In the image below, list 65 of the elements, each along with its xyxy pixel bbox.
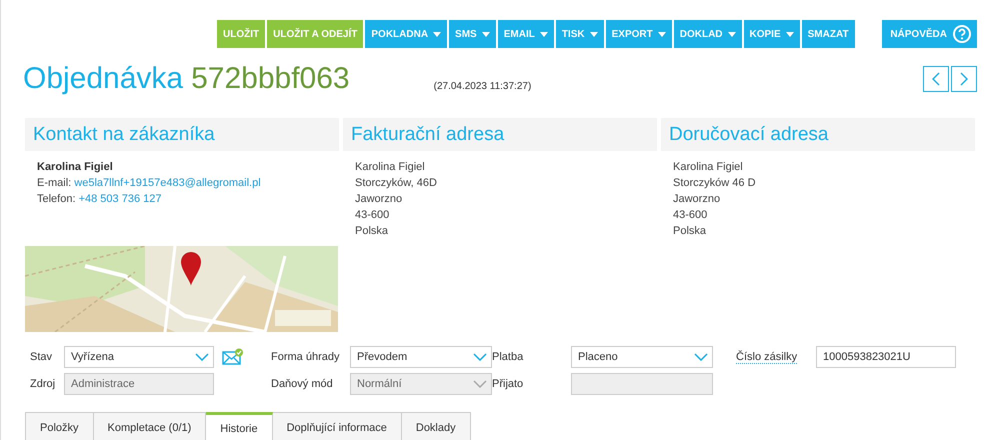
page-title: Objednávka bbox=[23, 62, 184, 96]
panel-title: Doručovací adresa bbox=[669, 124, 828, 146]
toolbar-button[interactable]: ULOŽIT bbox=[217, 20, 266, 48]
field-label: Stav bbox=[30, 351, 54, 363]
caret-icon bbox=[728, 32, 736, 36]
email-link[interactable]: we5la7llnf+19157e483@allegromail.pl bbox=[74, 177, 261, 189]
address-line: Karolina Figiel bbox=[673, 161, 744, 174]
chevron-right-icon bbox=[960, 72, 968, 86]
tab[interactable]: Doplňující informace bbox=[272, 412, 402, 440]
field-label: Přijato bbox=[492, 378, 524, 390]
email-label: E-mail: bbox=[37, 177, 72, 189]
caret-icon bbox=[786, 32, 794, 36]
field-label: Platba bbox=[492, 351, 524, 363]
field-label: Zdroj bbox=[30, 378, 56, 390]
address-line: 43-600 bbox=[673, 209, 708, 222]
select-field[interactable]: Převodem bbox=[350, 346, 492, 368]
toolbar-button[interactable]: EXPORT bbox=[606, 20, 672, 48]
select-field[interactable]: Vyřízena bbox=[64, 346, 214, 368]
caret-icon bbox=[658, 32, 666, 36]
tab[interactable]: Položky bbox=[25, 412, 94, 440]
caret-icon bbox=[540, 32, 548, 36]
next-button[interactable] bbox=[951, 66, 977, 92]
field-label: Daňový mód bbox=[271, 378, 334, 390]
customer-name: Karolina Figiel bbox=[37, 161, 114, 174]
input-field[interactable]: 1000593823021U bbox=[816, 346, 956, 368]
previous-button[interactable] bbox=[923, 66, 949, 92]
toolbar-button[interactable]: POKLADNA bbox=[365, 20, 448, 48]
address-line: Karolina Figiel bbox=[355, 161, 426, 174]
envelope-check-icon[interactable] bbox=[222, 348, 244, 366]
address-line: Polska bbox=[673, 225, 708, 238]
order-number: 572bbbf063 bbox=[191, 62, 350, 96]
help-button[interactable]: NÁPOVĚDA bbox=[882, 20, 977, 48]
chevron-down-icon bbox=[195, 353, 209, 361]
help-icon bbox=[953, 25, 971, 43]
address-line: Storczyków 46 D bbox=[673, 177, 757, 190]
toolbar-button[interactable]: DOKLAD bbox=[674, 20, 742, 48]
toolbar-button[interactable]: SMAZAT bbox=[802, 20, 855, 48]
toolbar-button[interactable]: ULOŽIT A ODEJÍT bbox=[267, 20, 364, 48]
toolbar-button[interactable]: EMAIL bbox=[498, 20, 554, 48]
chevron-down-icon bbox=[694, 353, 708, 361]
caret-icon bbox=[482, 32, 490, 36]
tab[interactable]: Historie bbox=[206, 412, 273, 440]
phone-label: Telefon: bbox=[37, 193, 76, 205]
chevron-down-icon bbox=[473, 353, 487, 361]
order-date: (27.04.2023 11:37:27) bbox=[434, 80, 532, 92]
chevron-left-icon bbox=[932, 72, 940, 86]
panel-title: Fakturační adresa bbox=[351, 124, 504, 146]
select-field[interactable]: Placeno bbox=[571, 346, 713, 368]
address-line: Storczyków, 46D bbox=[355, 177, 438, 190]
chevron-down-icon bbox=[473, 380, 487, 388]
caret-icon bbox=[433, 32, 442, 36]
address-line: Jaworzno bbox=[355, 193, 404, 206]
tab[interactable]: Doklady bbox=[402, 412, 471, 440]
panel-title: Kontakt na zákazníka bbox=[33, 124, 215, 146]
field-label[interactable]: Číslo zásilky bbox=[736, 351, 816, 363]
address-line: 43-600 bbox=[355, 209, 390, 222]
toolbar-button[interactable]: KOPIE bbox=[744, 20, 800, 48]
phone-link[interactable]: +48 503 736 127 bbox=[78, 193, 162, 205]
toolbar-button[interactable]: SMS bbox=[449, 20, 496, 48]
caret-icon bbox=[590, 32, 598, 36]
tab[interactable]: Kompletace (0/1) bbox=[94, 412, 206, 440]
address-line: Polska bbox=[355, 225, 390, 238]
field-label: Forma úhrady bbox=[271, 351, 340, 363]
toolbar-button[interactable]: TISK bbox=[556, 20, 604, 48]
address-line: Jaworzno bbox=[673, 193, 722, 206]
